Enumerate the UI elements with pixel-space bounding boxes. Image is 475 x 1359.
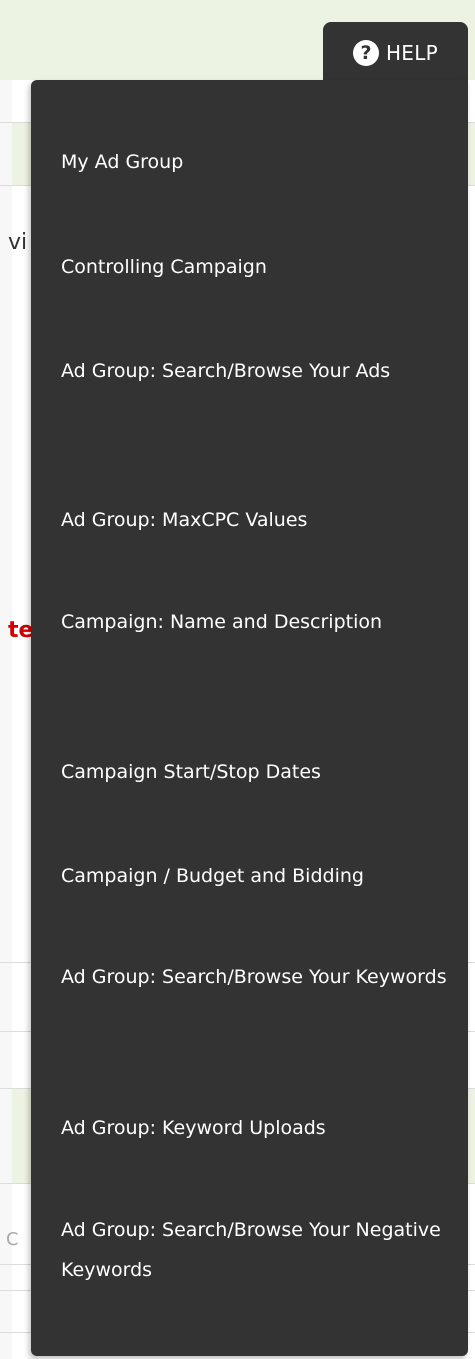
question-circle-icon: ? [352,40,379,66]
help-menu-item-search-browse-ads[interactable]: Ad Group: Search/Browse Your Ads [61,351,456,391]
help-menu: My Ad Group Controlling Campaign Ad Grou… [31,80,468,1356]
help-menu-item-my-ad-group[interactable]: My Ad Group [61,142,456,182]
help-menu-item-search-browse-keywords[interactable]: Ad Group: Search/Browse Your Keywords [61,957,456,997]
help-menu-item-controlling-campaign[interactable]: Controlling Campaign [61,247,456,287]
page-content-edge [0,80,12,1359]
help-menu-item-search-browse-negative-keywords[interactable]: Ad Group: Search/Browse Your Negative Ke… [61,1210,456,1290]
help-label: HELP [385,41,439,65]
help-menu-item-campaign-start-stop-dates[interactable]: Campaign Start/Stop Dates [61,752,456,792]
help-menu-item-budget-and-bidding[interactable]: Campaign / Budget and Bidding [61,856,456,896]
help-menu-item-maxcpc-values[interactable]: Ad Group: MaxCPC Values [61,500,456,540]
page-warning-text-fragment: te [8,618,34,643]
help-button[interactable]: ? HELP [323,22,468,84]
help-menu-item-campaign-name-description[interactable]: Campaign: Name and Description [61,602,456,642]
help-menu-item-keyword-uploads[interactable]: Ad Group: Keyword Uploads [61,1108,456,1148]
page-text-fragment: vi [8,230,28,255]
page-input-fragment: C [6,1229,19,1250]
